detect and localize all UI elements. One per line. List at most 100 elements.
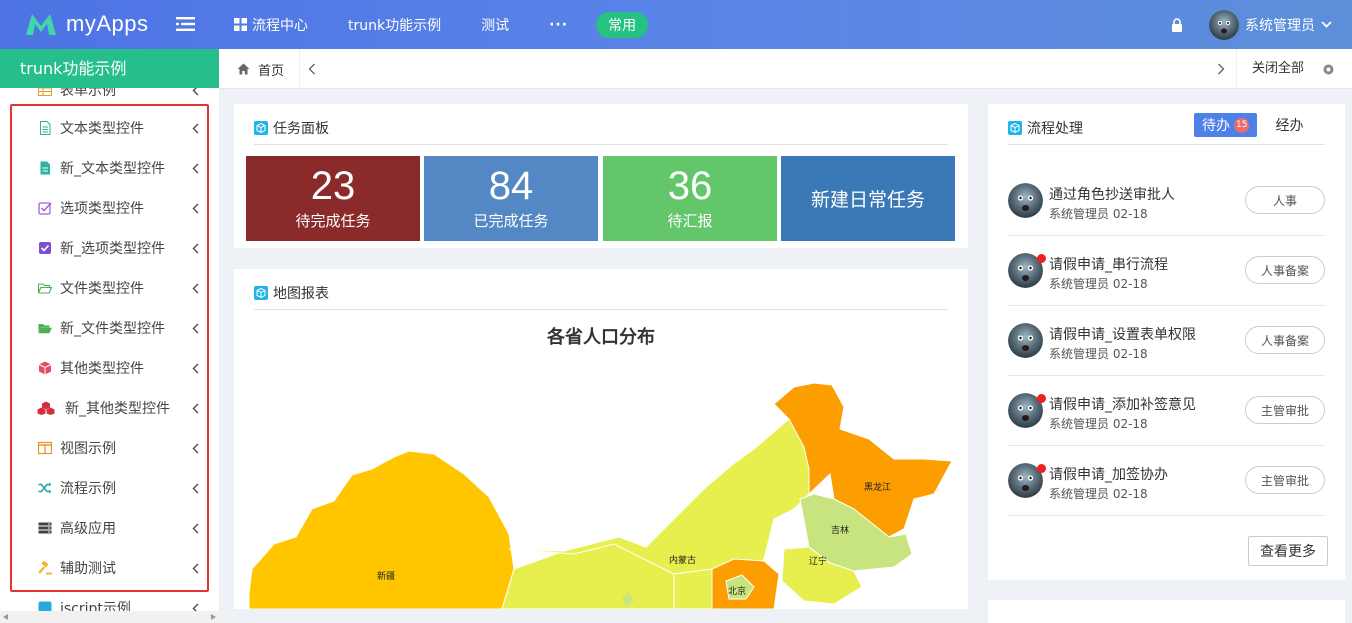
panel-title: 地图报表	[254, 283, 329, 303]
unread-dot	[1037, 394, 1046, 403]
chevron-left-icon[interactable]	[308, 63, 316, 75]
nav-item-label: 流程中心	[252, 17, 308, 34]
list-item[interactable]: 请假申请_串行流程系统管理员 02-18 人事备案	[1008, 244, 1325, 314]
top-nav: 流程中心 trunk功能示例 测试 ··· 常用	[234, 0, 688, 49]
flow-item-tag-button[interactable]: 主管审批	[1245, 396, 1325, 424]
chevron-left-icon	[192, 242, 199, 254]
sidebar-item-new-text-controls[interactable]: 新_文本类型控件	[0, 148, 219, 188]
sidebar-item-text-controls[interactable]: 文本类型控件	[0, 108, 219, 148]
divider	[254, 309, 948, 310]
stat-value: 84	[488, 164, 534, 208]
sidebar-title: trunk功能示例	[0, 49, 219, 88]
nav-favorites-pill[interactable]: 常用	[596, 11, 649, 38]
divider	[1008, 515, 1325, 516]
divider	[1008, 445, 1325, 446]
stat-completed-tasks[interactable]: 84 已完成任务	[424, 156, 598, 241]
flow-item-title[interactable]: 请假申请_设置表单权限	[1049, 324, 1196, 344]
flow-item-tag-button[interactable]: 人事备案	[1245, 326, 1325, 354]
tab-home[interactable]: 首页	[237, 49, 284, 89]
sidebar-item-label: 新_文件类型控件	[60, 321, 165, 337]
sidebar-item-new-option-controls[interactable]: 新_选项类型控件	[0, 228, 219, 268]
china-population-map[interactable]: 新疆 内蒙古 黑龙江 吉林 辽宁 北京	[234, 269, 968, 609]
sidebar-item-other-controls[interactable]: 其他类型控件	[0, 348, 219, 388]
sidebar-item-aux-test[interactable]: 辅助测试	[0, 548, 219, 588]
app-logo[interactable]: myApps	[24, 11, 148, 37]
file-text-icon	[40, 121, 51, 135]
stat-value: 36	[667, 164, 713, 208]
list-item[interactable]: 通过角色抄送审批人 系统管理员 02-18 人事	[1008, 174, 1325, 244]
chevron-left-icon	[192, 322, 199, 334]
sidebar-horizontal-scrollbar[interactable]	[0, 611, 219, 623]
unread-dot	[1037, 464, 1046, 473]
stat-to-report[interactable]: 36 待汇报	[603, 156, 777, 241]
sidebar-item-view-example[interactable]: 视图示例	[0, 428, 219, 468]
sidebar-item-option-controls[interactable]: 选项类型控件	[0, 188, 219, 228]
chevron-right-icon[interactable]	[1217, 63, 1225, 75]
scroll-left-arrow-icon[interactable]	[3, 614, 8, 620]
tab-todo[interactable]: 待办 15	[1194, 113, 1258, 137]
flow-item-title[interactable]: 请假申请_加签协办	[1049, 464, 1168, 484]
chevron-left-icon	[192, 562, 199, 574]
folder-open-icon	[38, 283, 52, 294]
nav-more-button[interactable]: ···	[549, 17, 568, 33]
cube-icon	[254, 121, 268, 135]
flow-item-meta: 系统管理员 02-18	[1049, 417, 1148, 431]
nav-item-flow-center[interactable]: 流程中心	[234, 15, 308, 35]
stat-pending-tasks[interactable]: 23 待完成任务	[246, 156, 420, 241]
nav-item-label: trunk功能示例	[348, 17, 442, 34]
menu-toggle-icon[interactable]	[176, 16, 195, 32]
nav-item-trunk[interactable]: trunk功能示例	[348, 15, 441, 35]
sidebar-item-flow-example[interactable]: 流程示例	[0, 468, 219, 508]
sidebar-menu: 表单示例 文本类型控件 新_文本类型控件 选项类型控件 新_选项类型控件 文件类…	[0, 88, 219, 623]
avatar[interactable]	[1209, 9, 1239, 40]
stat-value: 23	[310, 164, 356, 208]
flow-item-title[interactable]: 通过角色抄送审批人	[1049, 184, 1175, 204]
tab-todo-label: 待办	[1202, 118, 1230, 134]
shuffle-icon	[38, 482, 52, 494]
sidebar-item-label: 视图示例	[60, 441, 116, 457]
list-item[interactable]: 请假申请_加签协办 系统管理员 02-18 主管审批	[1008, 454, 1325, 524]
sidebar-item-label: 辅助测试	[60, 561, 116, 577]
stat-label: 待汇报	[667, 212, 713, 230]
tab-home-label: 首页	[258, 63, 285, 79]
sidebar-item-form-example[interactable]: 表单示例	[0, 88, 219, 110]
sidebar-item-new-other-controls[interactable]: 新_其他类型控件	[0, 388, 219, 428]
todo-count-badge: 15	[1234, 117, 1250, 133]
gear-icon[interactable]	[1322, 63, 1335, 76]
sidebar-item-file-controls[interactable]: 文件类型控件	[0, 268, 219, 308]
flow-item-tag-button[interactable]: 人事备案	[1245, 256, 1325, 284]
list-item[interactable]: 请假申请_添加补签意见系统管理员 02-18 主管审批	[1008, 384, 1325, 454]
chevron-down-icon[interactable]	[1321, 21, 1332, 28]
chevron-left-icon	[192, 522, 199, 534]
map-label-heilongjiang: 黑龙江	[864, 481, 891, 493]
map-region-xinjiang[interactable]	[248, 450, 515, 609]
map-region-shanxi[interactable]	[673, 568, 713, 609]
user-area: 系统管理员	[1171, 0, 1332, 49]
tab-handled[interactable]: 经办	[1275, 115, 1303, 135]
user-name[interactable]: 系统管理员	[1245, 15, 1315, 35]
close-all-tabs-button[interactable]: 关闭全部	[1252, 49, 1304, 89]
scroll-right-arrow-icon[interactable]	[211, 614, 216, 620]
chevron-left-icon	[192, 282, 199, 294]
flow-item-tag-button[interactable]: 人事	[1245, 186, 1325, 214]
flow-item-title[interactable]: 请假申请_添加补签意见	[1049, 394, 1196, 414]
flow-item-meta: 系统管理员 02-18	[1049, 277, 1148, 291]
new-daily-task-button[interactable]: 新建日常任务	[781, 156, 955, 241]
sidebar-item-label: 高级应用	[60, 521, 116, 537]
sidebar-item-new-file-controls[interactable]: 新_文件类型控件	[0, 308, 219, 348]
table-icon	[38, 88, 52, 96]
view-more-button[interactable]: 查看更多	[1248, 536, 1328, 566]
map-label-liaoning: 辽宁	[809, 555, 827, 567]
folder-solid-icon	[38, 324, 52, 334]
lower-panel-edge	[988, 600, 1345, 623]
avatar	[1008, 183, 1043, 218]
flow-item-tag-button[interactable]: 主管审批	[1245, 466, 1325, 494]
lock-icon[interactable]	[1171, 17, 1183, 32]
chevron-left-icon	[192, 202, 199, 214]
columns-icon	[38, 441, 52, 455]
nav-item-test[interactable]: 测试	[481, 15, 509, 35]
sidebar-item-label: 选项类型控件	[60, 201, 144, 217]
list-item[interactable]: 请假申请_设置表单权限 系统管理员 02-18 人事备案	[1008, 314, 1325, 384]
sidebar-item-advanced[interactable]: 高级应用	[0, 508, 219, 548]
flow-item-title[interactable]: 请假申请_串行流程	[1049, 254, 1168, 274]
